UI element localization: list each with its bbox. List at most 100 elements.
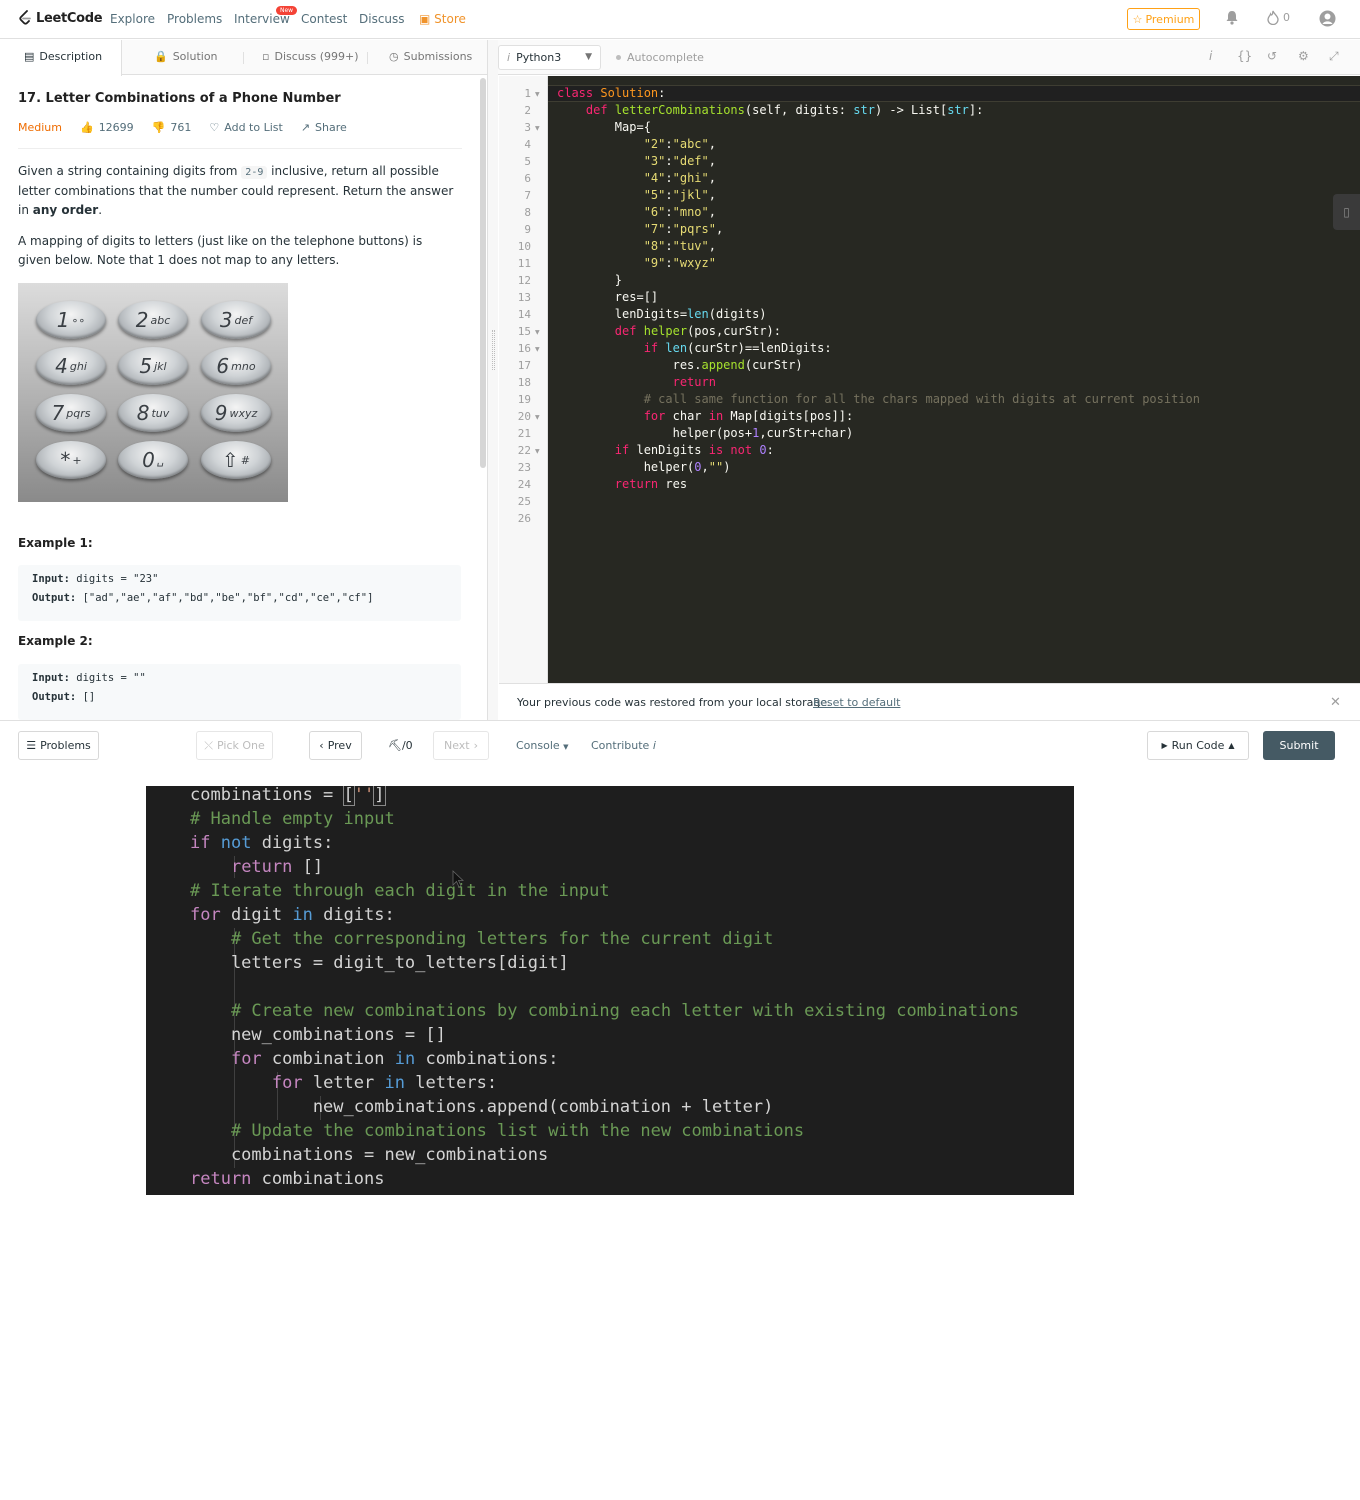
line-number: 21 xyxy=(517,427,531,440)
reset-icon[interactable]: ↺ xyxy=(1267,49,1277,63)
mapping-note: A mapping of digits to letters (just lik… xyxy=(18,234,423,267)
code-line: } xyxy=(557,273,623,287)
code-line: "9":"wxyz" xyxy=(643,256,716,270)
like-count: 12699 xyxy=(98,121,134,134)
nav-discuss[interactable]: Discuss xyxy=(359,12,405,26)
line-number: 17 xyxy=(517,359,531,372)
reset-to-default-link[interactable]: Reset to default xyxy=(813,696,900,709)
code-editor[interactable]: class Solution: def letterCombinations(s… xyxy=(548,76,1360,683)
tab-solution-label: Solution xyxy=(172,50,218,63)
line-number-gutter: 1 ▼ 2 3 ▼ 4 5 6 7 8 9 10 11 12 13 14 15 ▼ 16 ▼ 17 18 19 20 ▼ 21 22… xyxy=(499,76,548,683)
code-line: res=[] xyxy=(557,290,659,304)
code-line: "5":"jkl", xyxy=(643,188,716,202)
nav-store[interactable]: ▣ Store xyxy=(419,12,466,26)
nav-contest[interactable]: Contest xyxy=(301,12,347,26)
phone-keypad-image: 1 ∘∘ 2 abc 3 def 4 ghi 5 jkl 6 mno 7 pqrs 8 tuv … xyxy=(18,283,288,502)
snippet-line: for letter in letters: xyxy=(271,1073,498,1093)
snippet-line: # Update the combinations list with the … xyxy=(230,1121,805,1141)
fold-arrow-icon[interactable]: ▼ xyxy=(535,448,540,455)
code-line: Map={ xyxy=(557,120,651,134)
console-toggle[interactable]: Console ▼ xyxy=(516,739,569,752)
keypad-key: 0 ␣ xyxy=(118,441,188,479)
fold-arrow-icon[interactable]: ▼ xyxy=(535,329,540,336)
code-line: for char in Map[digits[pos]]: xyxy=(643,409,854,423)
problem-tabbar: ▤ Description 🔒 Solution ▫ Discuss (999+… xyxy=(0,40,487,76)
snippet-line: combinations = [''] xyxy=(190,786,386,806)
user-avatar-icon[interactable] xyxy=(1319,10,1336,31)
output-label: Output: xyxy=(32,592,77,604)
panel-splitter[interactable] xyxy=(487,40,498,720)
code-line: # call same function for all the chars m… xyxy=(643,392,1200,406)
leetcode-logo[interactable]: LeetCode xyxy=(18,10,103,26)
drag-handle-icon[interactable] xyxy=(492,330,495,370)
fullscreen-icon[interactable]: ⤢ xyxy=(1329,49,1339,64)
next-button[interactable]: Next › xyxy=(433,731,489,760)
autocomplete-toggle[interactable]: Autocomplete xyxy=(616,51,704,64)
run-code-label: Run Code xyxy=(1171,739,1225,752)
braces-icon[interactable]: {} xyxy=(1237,49,1252,63)
prev-button[interactable]: ‹ Prev xyxy=(309,731,362,760)
fold-arrow-icon[interactable]: ▼ xyxy=(535,125,540,132)
run-code-button[interactable]: ▶ Run Code ▲ xyxy=(1147,731,1249,760)
snippet-line: for combination in combinations: xyxy=(230,1049,559,1069)
line-number: 19 xyxy=(517,393,531,406)
nav-problems[interactable]: Problems xyxy=(167,12,222,26)
example-title: Example 2: xyxy=(18,634,93,648)
code-line: "6":"mno", xyxy=(643,205,716,219)
output-label: Output: xyxy=(32,691,77,703)
contribute-label: Contribute xyxy=(591,739,650,752)
caret-down-icon: ▼ xyxy=(563,743,569,751)
submit-button[interactable]: Submit xyxy=(1263,731,1335,760)
store-icon: ▣ xyxy=(419,12,431,26)
fold-arrow-icon[interactable]: ▼ xyxy=(535,91,540,98)
problems-label: Problems xyxy=(40,739,91,752)
nav-explore[interactable]: Explore xyxy=(110,12,155,26)
code-line: def helper(pos,curStr): xyxy=(614,324,781,338)
problems-button[interactable]: ☰ Problems xyxy=(18,731,99,760)
dislike-button[interactable]: 👎 761 xyxy=(152,121,192,134)
add-to-list-button[interactable]: ♡ Add to List xyxy=(209,121,282,134)
keypad-key: 2 abc xyxy=(118,301,188,339)
thumbs-down-icon: 👎 xyxy=(151,121,166,134)
like-button[interactable]: 👍 12699 xyxy=(80,121,134,134)
input-label: Input: xyxy=(32,573,70,585)
tab-discuss[interactable]: ▫ Discuss (999+) xyxy=(262,50,359,63)
fold-arrow-icon[interactable]: ▼ xyxy=(535,414,540,421)
code-line: return res xyxy=(614,477,688,491)
tab-submissions[interactable]: ◷ Submissions xyxy=(389,50,472,63)
line-number: 25 xyxy=(517,495,531,508)
code-line: class Solution: xyxy=(557,86,666,100)
play-icon: ▶ xyxy=(1161,741,1168,750)
problem-counter[interactable]: ⛏/0 xyxy=(388,739,413,752)
fold-arrow-icon[interactable]: ▼ xyxy=(535,346,540,353)
premium-button[interactable]: ☆ Premium xyxy=(1127,8,1200,30)
contribute-link[interactable]: Contribute i xyxy=(591,739,656,752)
thumbs-up-icon: 👍 xyxy=(79,121,94,134)
code-line: return xyxy=(672,375,716,389)
mouse-pointer-icon xyxy=(452,870,465,888)
tab-description-label: Description xyxy=(39,50,103,63)
close-icon[interactable]: ✕ xyxy=(1330,695,1341,710)
problem-statement: Given a string containing digits from 2-… xyxy=(18,162,462,220)
tab-solution[interactable]: 🔒 Solution xyxy=(154,50,218,63)
streak-counter[interactable]: 0 xyxy=(1267,10,1290,25)
snippet-line: new_combinations.append(combination + le… xyxy=(190,1097,774,1117)
keypad-key: 7 pqrs xyxy=(36,394,106,432)
line-number: 11 xyxy=(517,257,531,270)
bottom-action-bar: ☰ Problems ⤬ Pick One ‹ Prev ⛏/0 Next › … xyxy=(0,720,1360,770)
document-icon: ▤ xyxy=(24,50,35,63)
pick-one-button[interactable]: ⤬ Pick One xyxy=(196,731,273,760)
gear-icon[interactable]: ⚙ xyxy=(1298,49,1309,63)
language-value: Python3 xyxy=(516,51,562,64)
share-icon: ↗ xyxy=(300,121,311,134)
share-button[interactable]: ↗ Share xyxy=(301,121,347,134)
tab-description[interactable]: ▤ Description xyxy=(24,50,102,63)
keypad-key: ⇧ # xyxy=(201,441,271,479)
side-panel-toggle[interactable]: ▯ xyxy=(1333,194,1360,230)
notification-bell-icon[interactable] xyxy=(1225,10,1239,29)
info-icon[interactable]: i xyxy=(1209,49,1212,63)
language-select[interactable]: i Python3 ▼ xyxy=(498,45,601,70)
pick-one-label: Pick One xyxy=(217,739,265,752)
description-scrollbar[interactable] xyxy=(480,78,486,468)
dislike-count: 761 xyxy=(170,121,192,134)
